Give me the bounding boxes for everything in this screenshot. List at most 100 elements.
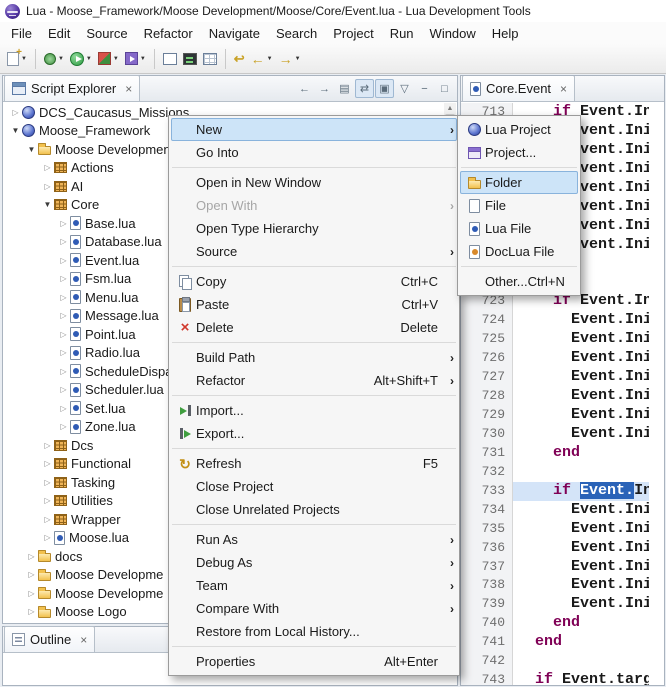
context-import[interactable]: Import... <box>171 399 457 422</box>
close-icon[interactable]: × <box>560 82 567 96</box>
code-text[interactable]: Event.IniDCSGroup = Event.IniDCSUnit:get… <box>513 558 649 577</box>
submenu-doclua-file[interactable]: DocLua File <box>460 240 578 263</box>
menu-window[interactable]: Window <box>422 23 484 44</box>
scrollbar-up-icon[interactable]: ▲ <box>447 103 454 112</box>
line-number[interactable]: 736 <box>461 539 513 558</box>
context-refactor[interactable]: RefactorAlt+Shift+T› <box>171 369 457 392</box>
context-copy[interactable]: CopyCtrl+C <box>171 270 457 293</box>
context-build-path[interactable]: Build Path› <box>171 346 457 369</box>
menu-project[interactable]: Project <box>325 23 381 44</box>
close-icon[interactable]: × <box>80 633 87 647</box>
expand-arrow-icon[interactable]: ▷ <box>41 182 54 191</box>
menu-edit[interactable]: Edit <box>40 23 78 44</box>
expand-arrow-icon[interactable]: ▷ <box>57 367 70 376</box>
expand-arrow-icon[interactable]: ▷ <box>57 422 70 431</box>
new-lua-project-button[interactable] <box>160 47 180 71</box>
line-number[interactable]: 731 <box>461 444 513 463</box>
line-number[interactable]: 724 <box>461 311 513 330</box>
run-button[interactable]: ▼ <box>67 47 95 71</box>
line-number[interactable]: 742 <box>461 652 513 671</box>
submenu-lua-project[interactable]: Lua Project <box>460 118 578 141</box>
code-text[interactable]: end <box>513 614 649 633</box>
submenu-project[interactable]: Project... <box>460 141 578 164</box>
context-refresh[interactable]: ↻RefreshF5 <box>171 452 457 475</box>
new-wizard-button[interactable]: ▼ <box>4 47 30 71</box>
code-text[interactable]: if Event.IniDCSUnit then <box>513 482 649 501</box>
back-history-icon[interactable]: ← <box>295 79 314 98</box>
code-text[interactable]: Event.IniUnit = UNIT:FindByName( Event.I… <box>513 539 649 558</box>
expand-arrow-icon[interactable]: ▷ <box>57 237 70 246</box>
expand-arrow-icon[interactable]: ▷ <box>41 496 54 505</box>
code-text[interactable]: Event.IniGroupName = Event.IniDCSGroupNa… <box>513 406 649 425</box>
context-paste[interactable]: PasteCtrl+V <box>171 293 457 316</box>
last-edit-location-button[interactable] <box>231 47 248 71</box>
line-number[interactable]: 725 <box>461 330 513 349</box>
code-text[interactable]: Event.IniUnitName = Event.IniDCSUnitName <box>513 330 649 349</box>
menu-refactor[interactable]: Refactor <box>136 23 201 44</box>
code-text[interactable]: Event.IniDCSUnitName = Event.IniDCSUnit:… <box>513 311 649 330</box>
expand-arrow-icon[interactable]: ▷ <box>57 219 70 228</box>
expand-arrow-icon[interactable]: ▷ <box>41 515 54 524</box>
code-text[interactable]: if Event.target then <box>513 671 649 686</box>
tab-outline[interactable]: Outline × <box>4 626 95 652</box>
expand-arrow-icon[interactable]: ▷ <box>57 311 70 320</box>
expand-arrow-icon[interactable]: ▷ <box>57 274 70 283</box>
line-number[interactable]: 737 <box>461 558 513 577</box>
context-run-as[interactable]: Run As› <box>171 528 457 551</box>
tab-script-explorer[interactable]: Script Explorer × <box>4 75 140 101</box>
expand-arrow-icon[interactable]: ▷ <box>57 404 70 413</box>
forward-history-icon[interactable]: → <box>315 79 334 98</box>
line-number[interactable]: 739 <box>461 595 513 614</box>
code-text[interactable]: Event.IniDCSGroupName = Event.IniDCSGrou… <box>513 576 649 595</box>
back-button[interactable]: ▼ <box>248 47 276 71</box>
code-text[interactable]: Event.IniDCSGroup = Event.IniDCSUnit:get… <box>513 368 649 387</box>
line-number[interactable]: 732 <box>461 463 513 482</box>
expand-arrow-icon[interactable]: ▷ <box>41 478 54 487</box>
expand-arrow-icon[interactable]: ▷ <box>41 441 54 450</box>
context-debug-as[interactable]: Debug As› <box>171 551 457 574</box>
collapse-arrow-icon[interactable]: ▼ <box>9 126 22 135</box>
show-grid-button[interactable] <box>200 47 220 71</box>
submenu-lua-file[interactable]: Lua File <box>460 217 578 240</box>
submenu-file[interactable]: File <box>460 194 578 217</box>
context-export[interactable]: Export... <box>171 422 457 445</box>
debug-button[interactable]: ▼ <box>41 47 67 71</box>
line-number[interactable]: 735 <box>461 520 513 539</box>
code-text[interactable]: end <box>513 444 649 463</box>
collapse-all-icon[interactable]: ▤ <box>335 79 354 98</box>
line-number[interactable]: 730 <box>461 425 513 444</box>
expand-arrow-icon[interactable]: ▷ <box>25 589 38 598</box>
context-restore-from-local-history[interactable]: Restore from Local History... <box>171 620 457 643</box>
maximize-icon[interactable]: □ <box>435 79 454 98</box>
code-text[interactable]: Event.IniGroupName = Event.IniDCSGroupNa… <box>513 595 649 614</box>
line-number[interactable]: 726 <box>461 349 513 368</box>
expand-arrow-icon[interactable]: ▷ <box>25 570 38 579</box>
line-number[interactable]: 740 <box>461 614 513 633</box>
code-text[interactable]: end <box>513 633 649 652</box>
code-text[interactable]: Event.IniUnit = UNIT:FindByName( Event.I… <box>513 349 649 368</box>
menu-help[interactable]: Help <box>484 23 527 44</box>
menu-source[interactable]: Source <box>78 23 135 44</box>
line-number[interactable]: 728 <box>461 387 513 406</box>
context-team[interactable]: Team› <box>171 574 457 597</box>
view-menu-icon[interactable]: ▽ <box>395 79 414 98</box>
expand-arrow-icon[interactable]: ▷ <box>41 533 54 542</box>
tab-core-event[interactable]: Core.Event × <box>462 75 575 101</box>
expand-arrow-icon[interactable]: ▷ <box>41 163 54 172</box>
close-icon[interactable]: × <box>125 82 132 96</box>
line-number[interactable]: 738 <box>461 576 513 595</box>
expand-arrow-icon[interactable]: ▷ <box>57 385 70 394</box>
line-number[interactable]: 734 <box>461 501 513 520</box>
context-source[interactable]: Source› <box>171 240 457 263</box>
submenu-other[interactable]: Other...Ctrl+N <box>460 270 578 293</box>
expand-arrow-icon[interactable]: ▷ <box>57 256 70 265</box>
line-number[interactable]: 743 <box>461 671 513 686</box>
code-text[interactable]: Event.IniDCSGroupName = Event.IniDCSGrou… <box>513 387 649 406</box>
focus-active-task-icon[interactable]: ▣ <box>375 79 394 98</box>
expand-arrow-icon[interactable]: ▷ <box>25 607 38 616</box>
context-go-into[interactable]: Go Into <box>171 141 457 164</box>
context-properties[interactable]: PropertiesAlt+Enter <box>171 650 457 673</box>
menu-navigate[interactable]: Navigate <box>201 23 268 44</box>
menu-search[interactable]: Search <box>268 23 325 44</box>
expand-arrow-icon[interactable]: ▷ <box>57 348 70 357</box>
